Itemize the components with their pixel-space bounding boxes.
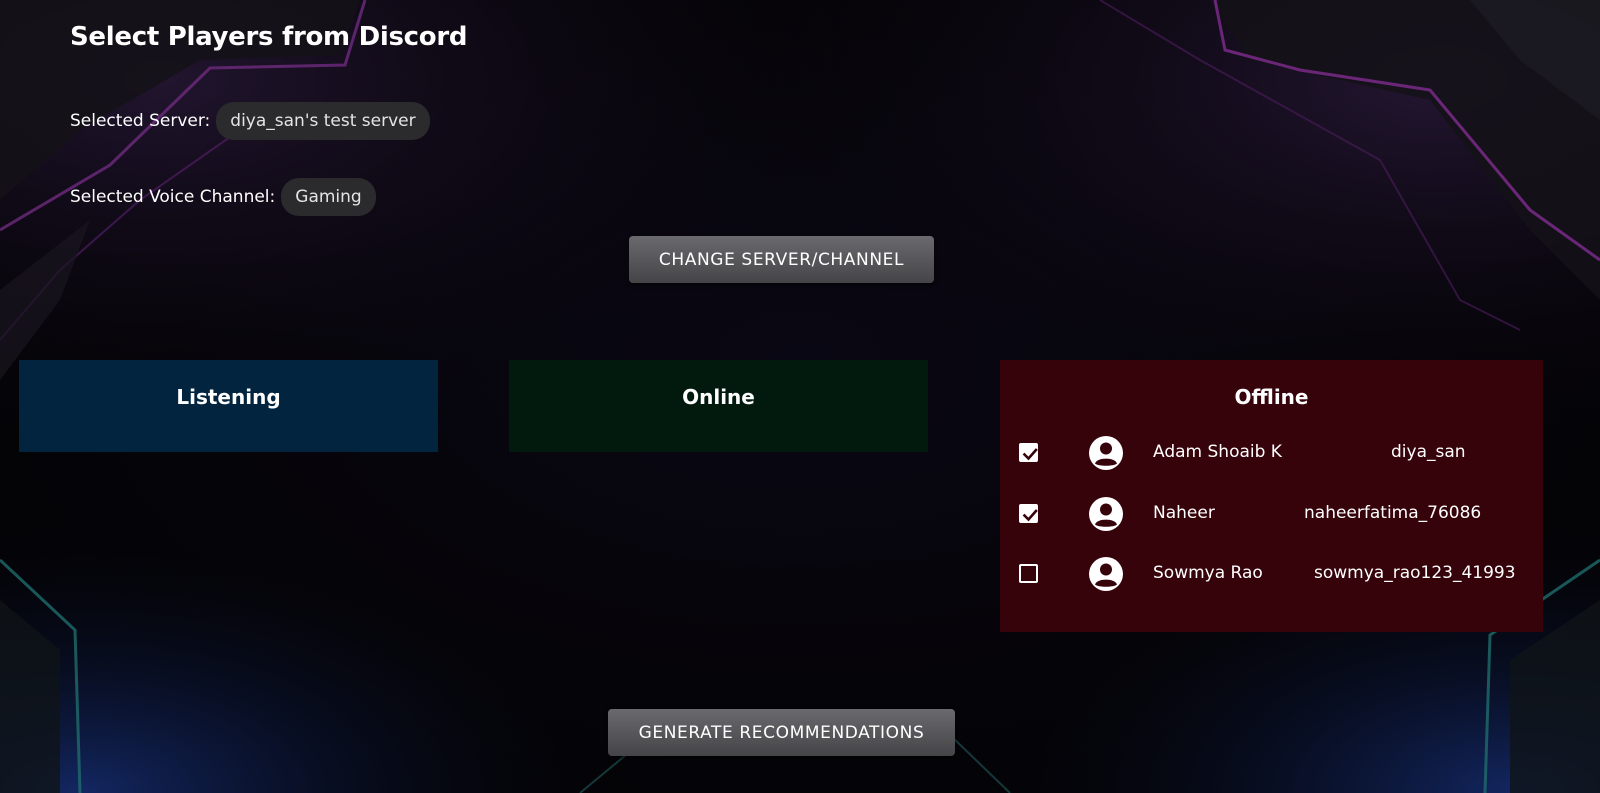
selected-server-chip: diya_san's test server (216, 102, 430, 140)
player-checkbox[interactable] (1019, 443, 1038, 462)
selected-channel-row: Selected Voice Channel: Gaming (70, 178, 376, 216)
listening-panel: Listening (19, 360, 438, 452)
offline-panel: Offline Adam Shoaib K diya_san Naheer na… (1000, 360, 1543, 632)
page: Select Players from Discord Selected Ser… (0, 0, 1600, 793)
user-avatar-icon (1089, 497, 1123, 531)
generate-recommendations-button[interactable]: GENERATE RECOMMENDATIONS (608, 709, 955, 756)
page-title: Select Players from Discord (70, 22, 468, 52)
offline-panel-title: Offline (1234, 385, 1309, 409)
player-name: Sowmya Rao (1153, 563, 1263, 583)
listening-panel-title: Listening (176, 385, 281, 409)
selected-server-label: Selected Server: (70, 111, 211, 131)
player-username: naheerfatima_76086 (1304, 503, 1482, 523)
selected-server-row: Selected Server: diya_san's test server (70, 102, 430, 140)
checkmark-icon (1022, 509, 1038, 522)
player-name: Naheer (1153, 503, 1215, 523)
player-checkbox[interactable] (1019, 564, 1038, 583)
change-server-channel-button[interactable]: CHANGE SERVER/CHANNEL (629, 236, 934, 283)
player-row: Adam Shoaib K diya_san (1000, 433, 1543, 473)
online-panel: Online (509, 360, 928, 452)
user-avatar-icon (1089, 436, 1123, 470)
player-username: diya_san (1391, 442, 1466, 462)
selected-channel-chip: Gaming (281, 178, 376, 216)
online-panel-title: Online (682, 385, 755, 409)
player-row: Sowmya Rao sowmya_rao123_41993 (1000, 554, 1543, 594)
player-row: Naheer naheerfatima_76086 (1000, 494, 1543, 534)
checkmark-icon (1022, 448, 1038, 461)
selected-channel-label: Selected Voice Channel: (70, 187, 276, 207)
player-name: Adam Shoaib K (1153, 442, 1282, 462)
user-avatar-icon (1089, 557, 1123, 591)
player-checkbox[interactable] (1019, 504, 1038, 523)
player-username: sowmya_rao123_41993 (1314, 563, 1516, 583)
